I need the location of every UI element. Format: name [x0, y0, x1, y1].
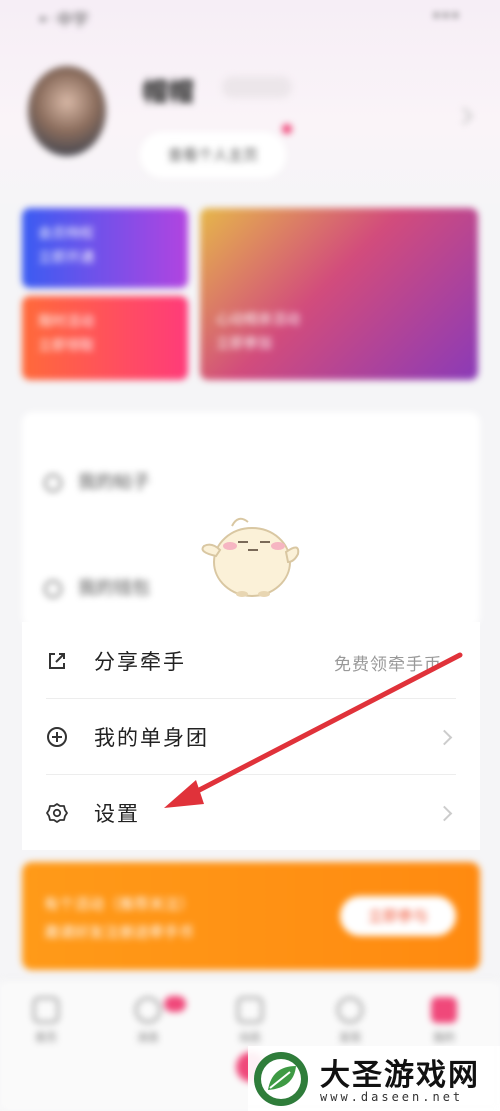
heart-icon	[135, 997, 161, 1023]
share-icon	[49, 653, 65, 669]
menu-item-posts[interactable]: 我的帖子	[44, 468, 150, 494]
message-badge	[164, 996, 186, 1012]
share-label: 分享牵手	[94, 650, 186, 674]
site-watermark: 大圣游戏网 www.daseen.net	[248, 1046, 500, 1111]
share-aux-text: 免费领牵手币	[334, 655, 442, 675]
status-left: •ᐧ 中宇	[38, 10, 89, 29]
tab-feed[interactable]: 动态	[220, 997, 280, 1045]
tab-label: 发现	[339, 1031, 361, 1044]
promo-banner[interactable]: 有个活动（推荐关注） 邀请好友注册送牵手币 立即参与	[22, 862, 480, 970]
tab-me[interactable]: 我的	[414, 997, 474, 1045]
menu-label: 我的帖子	[78, 472, 150, 493]
banner-line2: 立即开通	[38, 250, 94, 266]
banner-vip[interactable]: 会员特权 立即开通	[22, 208, 188, 288]
banner-line1: 心动相亲活动	[216, 312, 300, 328]
banner-line1: 会员特权	[38, 226, 94, 242]
divider	[46, 774, 456, 775]
discover-icon	[337, 997, 363, 1023]
menu-item-singles-group[interactable]: 我的单身团	[22, 700, 480, 776]
tab-label: 动态	[239, 1031, 261, 1044]
plus-circle-icon	[47, 727, 67, 747]
profile-icon	[431, 997, 457, 1023]
mascot-illustration	[201, 517, 300, 597]
banner-event[interactable]: 限时活动 立即领取	[22, 296, 188, 380]
watermark-title: 大圣游戏网	[320, 1058, 480, 1093]
menu-label: 我的钱包	[78, 578, 150, 599]
menu-item-settings[interactable]: 设置	[22, 776, 480, 852]
tab-label: 我的	[433, 1031, 455, 1044]
status-bar: •ᐧ 中宇 •••	[38, 6, 460, 30]
grid-icon	[237, 997, 263, 1023]
banner-line2: 立即领取	[38, 338, 94, 354]
view-profile-button[interactable]: 查看个人主页	[140, 132, 286, 178]
settings-label: 设置	[94, 802, 140, 826]
notification-dot	[282, 124, 292, 134]
chevron-right-icon	[436, 805, 453, 822]
divider	[46, 698, 456, 699]
banner-dating[interactable]: 心动相亲活动 立即参加	[200, 208, 478, 380]
wallet-icon	[44, 580, 62, 598]
chevron-right-icon	[436, 729, 453, 746]
tab-label: 首页	[35, 1031, 57, 1044]
banner-line1: 限时活动	[38, 314, 94, 330]
status-right: •••	[431, 6, 460, 25]
promo-button[interactable]: 立即参与	[340, 896, 456, 936]
avatar[interactable]	[28, 66, 106, 156]
posts-icon	[44, 474, 62, 492]
menu-item-share[interactable]: 分享牵手 免费领牵手币	[22, 624, 480, 700]
banner-line2: 立即参加	[216, 336, 272, 352]
tab-home[interactable]: 首页	[16, 997, 76, 1045]
singles-group-label: 我的单身团	[94, 726, 209, 750]
username: 帽帽	[142, 78, 195, 108]
leaf-logo-icon	[254, 1052, 308, 1106]
user-tag	[222, 76, 292, 98]
menu-item-wallet[interactable]: 我的钱包	[44, 574, 150, 600]
gear-icon	[46, 803, 68, 823]
tab-label: 消息	[137, 1031, 159, 1044]
tab-discover[interactable]: 发现	[320, 997, 380, 1045]
watermark-domain: www.daseen.net	[320, 1090, 464, 1104]
home-icon	[33, 997, 59, 1023]
menu-card: 分享牵手 免费领牵手币 我的单身团 设置	[22, 622, 480, 850]
